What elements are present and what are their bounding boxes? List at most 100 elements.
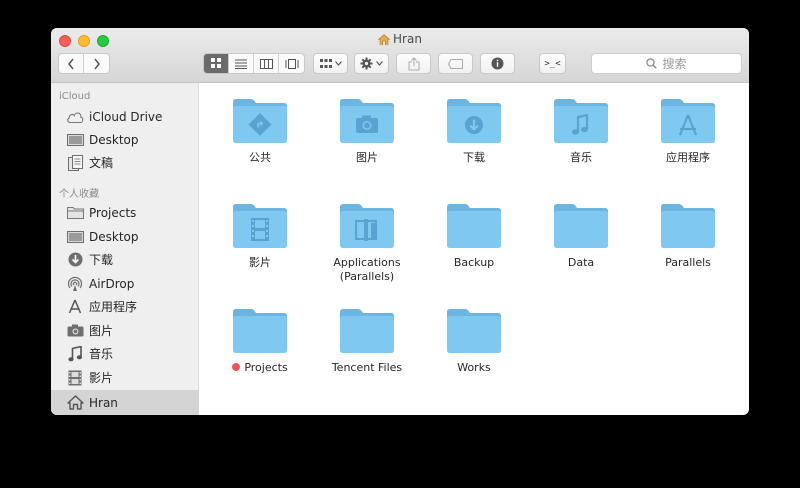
chevron-left-icon — [68, 58, 74, 69]
list-icon — [235, 59, 247, 69]
sidebar-item-projects[interactable]: Projects — [51, 201, 199, 224]
sidebar-item-airdrop[interactable]: AirDrop — [51, 272, 199, 295]
home-icon — [66, 395, 84, 411]
file-item-public[interactable]: 公共 — [210, 98, 310, 165]
sidebar-item-movies[interactable]: 影片 — [51, 366, 199, 389]
finder-window: Hran >_< 搜索 iCloud iCloud Drive Desktop … — [51, 28, 749, 415]
file-name: Backup — [453, 256, 495, 269]
get-info-button[interactable] — [480, 53, 515, 74]
file-item-projects[interactable]: Projects — [210, 308, 310, 375]
desktop-icon — [66, 229, 84, 245]
file-name: 下载 — [463, 151, 485, 164]
applications-folder-icon — [661, 99, 715, 143]
file-item-backup[interactable]: Backup — [424, 203, 524, 270]
sidebar-section-icloud: iCloud — [59, 91, 91, 102]
file-name-row: Projects — [210, 361, 310, 375]
icon-view-button[interactable] — [204, 54, 229, 73]
file-grid: 公共 图片 下载 音乐 应用程序 影片 Applications (Parall… — [200, 83, 749, 415]
file-item-movies[interactable]: 影片 — [210, 203, 310, 270]
gallery-icon — [285, 58, 298, 69]
search-placeholder: 搜索 — [662, 57, 687, 71]
file-name: Applications (Parallels) — [333, 256, 401, 283]
sidebar-section-favorites: 个人收藏 — [59, 189, 99, 200]
sidebar-item-downloads[interactable]: 下载 — [51, 248, 199, 271]
movies-folder-icon — [233, 204, 287, 248]
folder-icon — [233, 309, 287, 353]
folder-icon — [447, 204, 501, 248]
tag-icon — [447, 58, 463, 69]
window-title-text: Hran — [393, 32, 422, 46]
gear-icon — [360, 57, 373, 70]
column-view-button[interactable] — [254, 54, 279, 73]
folder-icon — [661, 204, 715, 248]
file-name: Data — [567, 256, 595, 269]
columns-icon — [259, 58, 273, 69]
file-item-parallels[interactable]: Parallels — [638, 203, 738, 270]
file-name: Parallels — [665, 256, 711, 269]
film-icon — [66, 370, 84, 386]
back-button[interactable] — [59, 54, 84, 73]
file-item-music[interactable]: 音乐 — [531, 98, 631, 165]
file-item-applications-parallels[interactable]: Applications (Parallels) — [317, 203, 417, 284]
sidebar-item-icloud-desktop[interactable]: Desktop — [51, 128, 199, 151]
home-icon — [377, 34, 391, 48]
red-tag-dot — [232, 363, 241, 371]
file-name: 音乐 — [570, 151, 592, 164]
folder-icon — [340, 309, 394, 353]
file-item-applications[interactable]: 应用程序 — [638, 98, 738, 165]
icon-grid-icon — [210, 58, 221, 68]
public-folder-icon — [233, 99, 287, 143]
pictures-folder-icon — [340, 99, 394, 143]
sidebar-item-applications[interactable]: 应用程序 — [51, 295, 199, 318]
terminal-label: >_< — [544, 58, 561, 69]
chevron-down-icon — [376, 61, 383, 66]
sidebar-item-label: Hran — [89, 395, 118, 410]
file-name: 图片 — [356, 151, 378, 164]
sidebar-item-label: 下载 — [89, 253, 114, 267]
music-folder-icon — [554, 99, 608, 143]
window-title: Hran — [51, 32, 749, 48]
sidebar-item-documents[interactable]: 文稿 — [51, 151, 199, 174]
forward-button[interactable] — [84, 54, 109, 73]
file-item-downloads[interactable]: 下载 — [424, 98, 524, 165]
sidebar-item-label: 应用程序 — [89, 300, 138, 314]
sidebar-item-home[interactable]: Hran — [51, 390, 199, 415]
file-item-works[interactable]: Works — [424, 308, 524, 375]
file-item-data[interactable]: Data — [531, 203, 631, 270]
list-view-button[interactable] — [229, 54, 254, 73]
sidebar-item-desktop[interactable]: Desktop — [51, 225, 199, 248]
airdrop-icon — [66, 276, 84, 292]
tags-button[interactable] — [438, 53, 473, 74]
terminal-button[interactable]: >_< — [539, 53, 566, 74]
group-by-button[interactable] — [313, 53, 348, 74]
sidebar-item-label: iCloud Drive — [89, 109, 163, 124]
sidebar-item-pictures[interactable]: 图片 — [51, 319, 199, 342]
sidebar-item-label: Desktop — [89, 132, 139, 147]
grid-group-icon — [319, 58, 332, 68]
file-item-tencent-files[interactable]: Tencent Files — [317, 308, 417, 375]
share-button[interactable] — [396, 53, 431, 74]
gallery-view-button[interactable] — [279, 54, 304, 73]
applications-icon — [66, 299, 84, 315]
file-name: Projects — [244, 361, 288, 374]
info-icon — [491, 57, 504, 70]
folder-icon — [554, 204, 608, 248]
action-button[interactable] — [354, 53, 389, 74]
sidebar-item-icloud-drive[interactable]: iCloud Drive — [51, 105, 199, 128]
view-mode-segmented — [203, 53, 305, 74]
sidebar-item-label: Projects — [89, 205, 137, 220]
search-field[interactable]: 搜索 — [591, 53, 742, 74]
file-name: Tencent Files — [331, 361, 403, 374]
file-name: Works — [457, 361, 491, 374]
file-item-pictures[interactable]: 图片 — [317, 98, 417, 165]
sidebar-item-music[interactable]: 音乐 — [51, 342, 199, 365]
desktop-icon — [66, 132, 84, 148]
chevron-right-icon — [93, 58, 100, 69]
cloud-icon — [66, 109, 84, 125]
search-icon — [646, 58, 658, 69]
sidebar-item-label: 文稿 — [89, 156, 114, 170]
sidebar-item-label: 图片 — [89, 324, 114, 338]
title-bar: Hran >_< 搜索 — [51, 28, 749, 83]
sidebar-item-label: Desktop — [89, 229, 139, 244]
parallels-applications-folder-icon — [340, 204, 394, 248]
